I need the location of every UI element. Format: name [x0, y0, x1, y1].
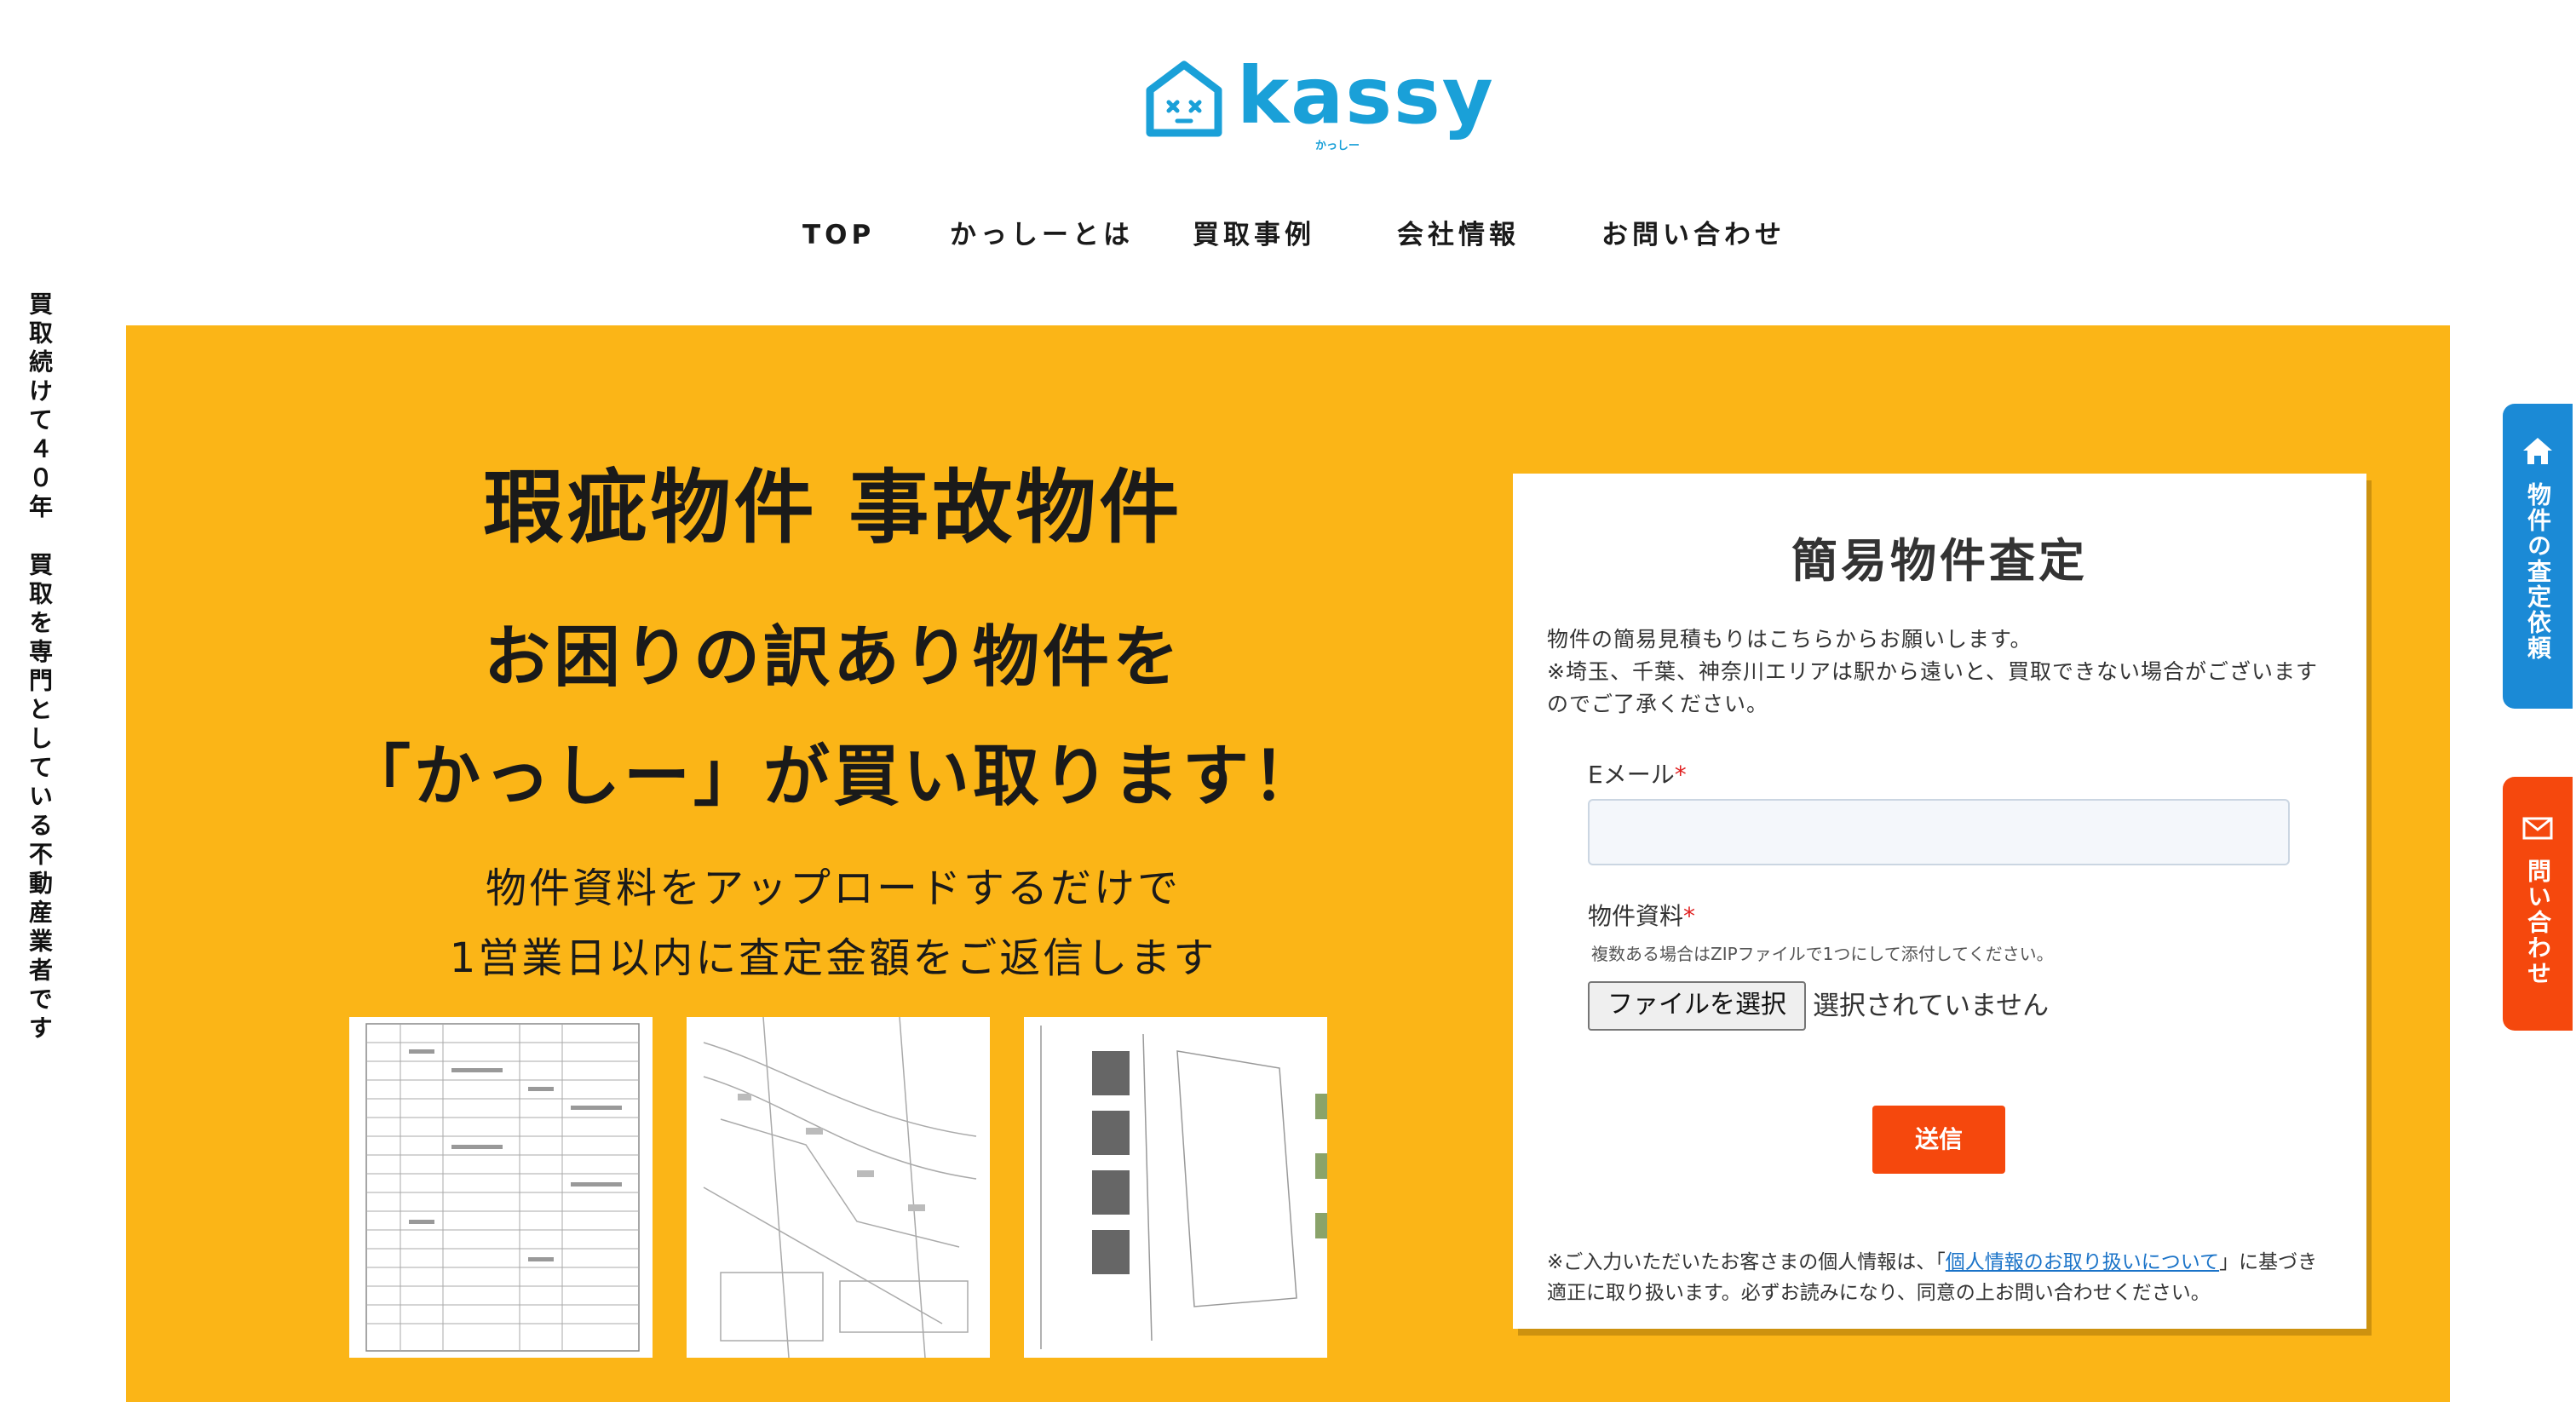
- main-nav: TOP かっしーとは 買取事例 会社情報 お問い合わせ: [0, 213, 2576, 257]
- hero-headline-line-1: お困りの訳あり物件を: [483, 619, 1182, 696]
- file-status: 選択されていません: [1813, 991, 2050, 1021]
- privacy-policy-link[interactable]: 個人情報のお取り扱いについて: [1946, 1251, 2219, 1273]
- home-icon: [2523, 438, 2552, 464]
- nav-item-company[interactable]: 会社情報: [1397, 213, 1520, 257]
- nav-item-top[interactable]: TOP: [802, 213, 875, 257]
- nav-item-contact[interactable]: お問い合わせ: [1601, 213, 1785, 257]
- hero-section: 瑕疵物件 事故物件 お困りの訳あり物件を 「かっしー」が買い取ります！ 物件資料…: [126, 325, 2450, 1402]
- logo-wordmark: kassy: [1237, 50, 1495, 141]
- site-logo[interactable]: kassy かっしー: [1145, 50, 1493, 152]
- side-tab-contact[interactable]: 問い合わせ: [2503, 777, 2573, 1031]
- side-tab-assessment-label: 物件の査定依頼: [2524, 482, 2552, 661]
- email-label-text: Eメール: [1588, 761, 1675, 789]
- mail-icon: [2522, 817, 2553, 840]
- choose-file-button[interactable]: ファイルを選択: [1588, 981, 1806, 1031]
- hero-subtext-line-2: 1営業日以内に査定金額をご返信します: [449, 934, 1217, 982]
- form-title: 簡易物件査定: [1791, 534, 2088, 588]
- house-logo-icon: [1146, 60, 1222, 137]
- hero-subtext-line-1: 物件資料をアップロードするだけで: [485, 865, 1181, 912]
- nav-item-cases[interactable]: 買取事例: [1193, 213, 1315, 257]
- hero-headline: お困りの訳あり物件を 「かっしー」が買い取ります！: [126, 598, 1540, 836]
- nav-item-about[interactable]: かっしーとは: [950, 213, 1134, 257]
- form-intro: 物件の簡易見積もりはこちらからお願いします。 ※埼玉、千葉、神奈川エリアは駅から…: [1547, 623, 2331, 721]
- privacy-text-pre: ※ご入力いただいたお客さまの個人情報は、「: [1547, 1251, 1946, 1273]
- hero-subtext: 物件資料をアップロードするだけで 1営業日以内に査定金額をご返信します: [126, 853, 1540, 993]
- side-tab-assessment[interactable]: 物件の査定依頼: [2503, 404, 2573, 709]
- hero-headline-line-2: 「かっしー」が買い取ります！: [343, 738, 1322, 815]
- logo-subtext: かっしー: [1315, 140, 1360, 152]
- required-mark: *: [1683, 902, 1696, 930]
- form-intro-line-1: 物件の簡易見積もりはこちらからお願いします。: [1547, 627, 2033, 652]
- document-thumbnail-map: [687, 1017, 990, 1358]
- email-label: Eメール*: [1588, 756, 1687, 790]
- quick-assessment-form: 簡易物件査定 物件の簡易見積もりはこちらからお願いします。 ※埼玉、千葉、神奈川…: [1513, 474, 2366, 1329]
- files-label: 物件資料*: [1588, 898, 1695, 932]
- privacy-notice: ※ご入力いただいたお客さまの個人情報は、「個人情報のお取り扱いについて」に基づき…: [1547, 1247, 2331, 1308]
- side-tab-contact-label: 問い合わせ: [2524, 859, 2552, 986]
- files-label-text: 物件資料: [1588, 902, 1684, 930]
- document-thumbnail-photos: [1024, 1017, 1327, 1358]
- files-hint: 複数ある場合はZIPファイルで1つにして添付してください。: [1591, 944, 2054, 964]
- required-mark: *: [1674, 761, 1687, 789]
- email-field[interactable]: [1588, 799, 2290, 865]
- hero-title: 瑕疵物件 事故物件: [483, 462, 1183, 554]
- form-intro-line-2: ※埼玉、千葉、神奈川エリアは駅から遠いと、買取できない場合がございますのでご了承…: [1547, 659, 2318, 716]
- vertical-tagline: 買取続けて４０年 買取を専門としている不動産業者です: [26, 291, 54, 1044]
- submit-button[interactable]: 送信: [1872, 1106, 2005, 1174]
- document-thumbnail-table: [349, 1017, 653, 1358]
